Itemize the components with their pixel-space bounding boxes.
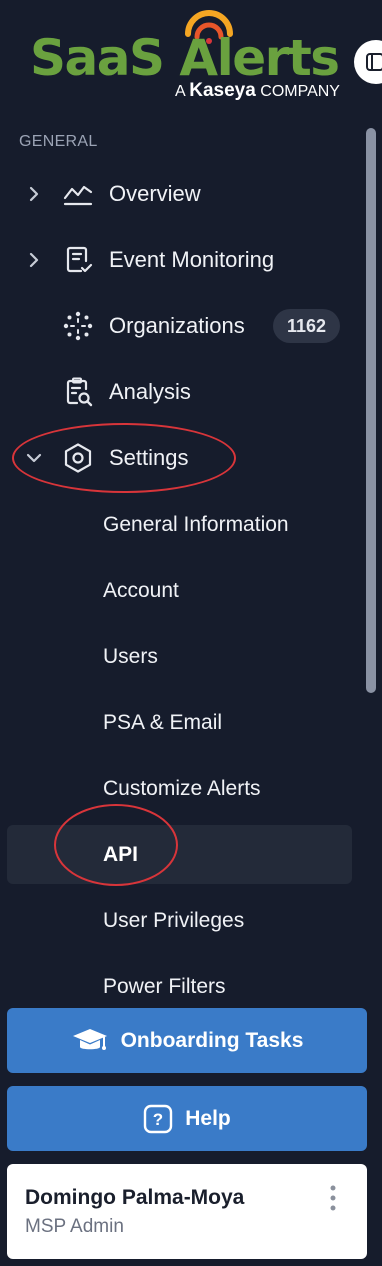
nav-label-settings: Settings: [109, 445, 189, 470]
onboarding-tasks-button[interactable]: Onboarding Tasks: [7, 1008, 367, 1073]
subnav-customize-alerts[interactable]: Customize Alerts: [0, 761, 360, 817]
subnav-label: PSA & Email: [103, 711, 223, 734]
nav-label-organizations: Organizations: [109, 313, 245, 338]
chevron-right-icon[interactable]: [24, 250, 44, 270]
subnav-api[interactable]: API: [7, 825, 352, 884]
graduation-cap-icon: [72, 1028, 107, 1050]
subnav-users[interactable]: Users: [0, 629, 360, 685]
chevron-down-icon[interactable]: [24, 448, 44, 468]
svg-text:?: ?: [153, 1110, 163, 1129]
logo-wordmark: SaaS Alerts: [30, 29, 340, 87]
subnav-label: Power Filters: [103, 975, 226, 998]
nav-item-analysis[interactable]: Analysis: [0, 364, 360, 420]
subnav-account[interactable]: Account: [0, 563, 360, 619]
help-icon: ?: [144, 1104, 173, 1133]
subnav-label: Users: [103, 645, 158, 668]
user-name: Domingo Palma-Moya: [25, 1186, 245, 1209]
nav-label-overview: Overview: [109, 181, 201, 206]
network-icon: [63, 311, 93, 341]
chart-line-icon: [63, 185, 93, 206]
help-label: Help: [185, 1106, 231, 1130]
chevron-right-icon[interactable]: [24, 184, 44, 204]
subnav-label: User Privileges: [103, 909, 245, 932]
collapse-sidebar-button[interactable]: [354, 40, 382, 84]
more-options-icon[interactable]: [325, 1184, 341, 1212]
subnav-psa-email[interactable]: PSA & Email: [0, 695, 360, 751]
user-role: MSP Admin: [25, 1216, 124, 1237]
nav-item-overview[interactable]: Overview: [0, 166, 360, 222]
subnav-user-privileges[interactable]: User Privileges: [0, 893, 360, 949]
subnav-general-information[interactable]: General Information: [0, 497, 360, 553]
subnav-label: Account: [103, 579, 179, 602]
help-button[interactable]: ? Help: [7, 1086, 367, 1151]
subnav-label: Customize Alerts: [103, 777, 261, 800]
nav-item-settings[interactable]: Settings: [0, 430, 360, 486]
settings-hexagon-icon: [64, 443, 92, 473]
nav-item-event-monitoring[interactable]: Event Monitoring: [0, 232, 360, 288]
user-profile-card[interactable]: Domingo Palma-Moya MSP Admin: [7, 1164, 367, 1259]
sidebar: SaaS Alerts A Kaseya COMPANY GENERAL Ove…: [0, 0, 382, 1266]
nav-label-analysis: Analysis: [109, 379, 191, 404]
clipboard-check-icon: [66, 246, 93, 273]
sidebar-collapse-icon: [366, 53, 382, 71]
sidebar-scrollbar[interactable]: [366, 128, 376, 693]
clipboard-search-icon: [66, 377, 93, 407]
onboarding-tasks-label: Onboarding Tasks: [120, 1028, 304, 1052]
nav-label-event-monitoring: Event Monitoring: [109, 247, 275, 272]
logo-tagline: A Kaseya COMPANY: [175, 80, 340, 101]
subnav-power-filters[interactable]: Power Filters: [0, 959, 360, 1015]
nav-item-organizations[interactable]: Organizations 1162: [0, 298, 360, 354]
organizations-count-badge: 1162: [273, 309, 340, 343]
section-label-general: GENERAL: [19, 133, 98, 150]
subnav-label: General Information: [103, 513, 289, 536]
subnav-label: API: [103, 843, 139, 866]
saas-alerts-logo[interactable]: SaaS Alerts A Kaseya COMPANY: [30, 10, 350, 102]
